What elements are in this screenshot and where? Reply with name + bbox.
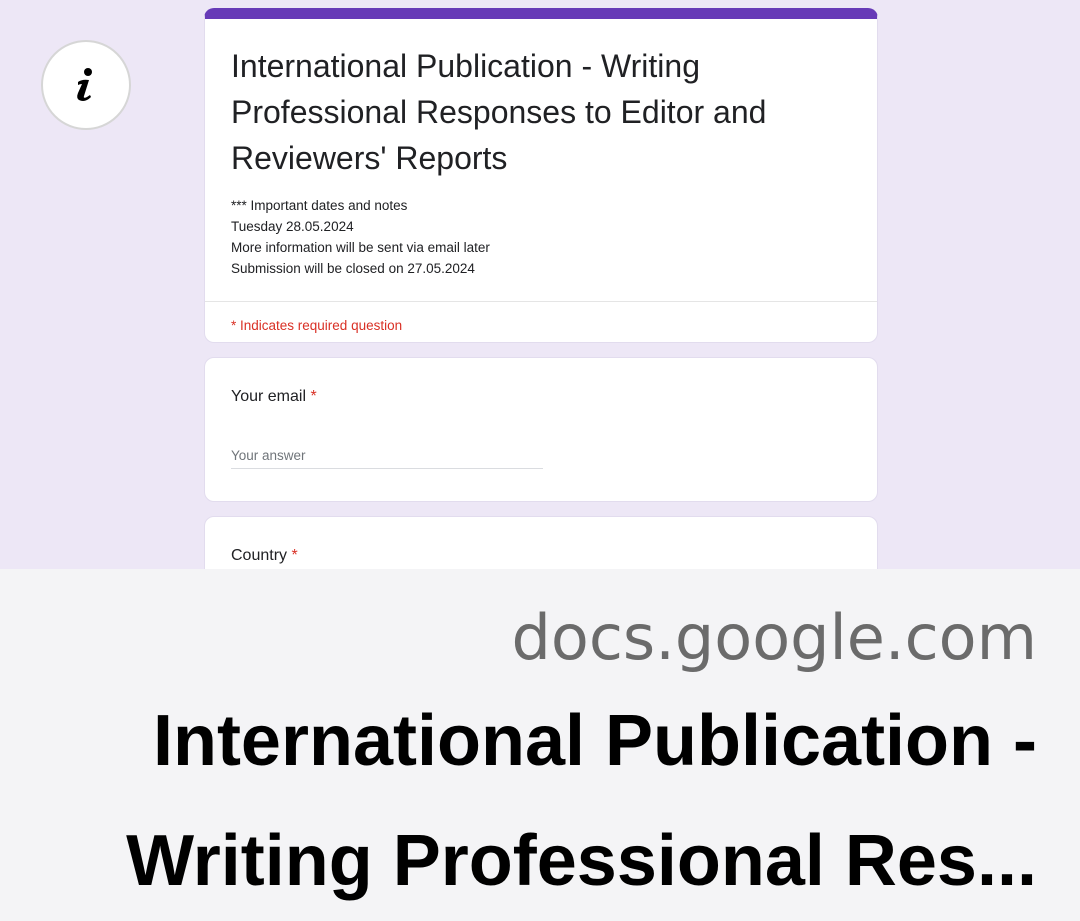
required-star: * [310, 388, 317, 405]
link-headline: International Publication - Writing Prof… [37, 681, 1037, 921]
headline-line: International Publication - [152, 701, 1037, 781]
question-label-text: Country [231, 547, 288, 564]
form-header-card: International Publication - Writing Prof… [204, 8, 878, 343]
question-label-text: Your email [231, 388, 307, 405]
question-card-email: Your email * [204, 357, 878, 502]
link-preview-caption[interactable]: docs.google.com International Publicatio… [0, 569, 1080, 901]
link-preview-image[interactable]: International Publication - Writing Prof… [0, 0, 1080, 569]
question-card-country: Country * [204, 516, 878, 569]
divider [205, 301, 877, 302]
info-button[interactable] [41, 40, 131, 130]
description-line: *** Important dates and notes [231, 198, 408, 213]
link-domain: docs.google.com [511, 601, 1037, 674]
description-line: More information will be sent via email … [231, 240, 490, 255]
description-line: Submission will be closed on 27.05.2024 [231, 261, 475, 276]
required-note: * Indicates required question [231, 318, 403, 333]
question-label-email: Your email * [231, 388, 317, 406]
required-star: * [291, 547, 298, 564]
description-line: Tuesday 28.05.2024 [231, 219, 354, 234]
email-answer-input[interactable] [231, 442, 543, 469]
headline-line: Writing Professional Res... [126, 821, 1037, 901]
form-description: *** Important dates and notes Tuesday 28… [231, 195, 490, 279]
form-title: International Publication - Writing Prof… [231, 48, 767, 176]
question-label-country: Country * [231, 547, 298, 565]
info-icon [77, 68, 92, 101]
